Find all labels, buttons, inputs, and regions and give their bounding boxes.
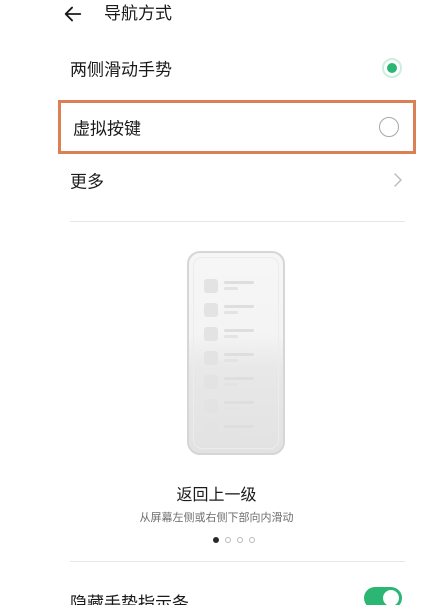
divider — [70, 561, 405, 562]
radio-virtual-keys[interactable] — [379, 117, 399, 137]
preview-list-item — [204, 374, 274, 390]
back-button[interactable] — [62, 3, 86, 25]
option-more-label: 更多 — [70, 172, 104, 193]
option-virtual-keys[interactable]: 虚拟按键 — [58, 100, 416, 154]
toggle-knob — [383, 590, 399, 605]
option-more[interactable]: 更多 — [58, 155, 416, 205]
preview-list-item — [204, 422, 274, 438]
page-title: 导航方式 — [104, 4, 172, 24]
pagination-dot[interactable] — [237, 537, 243, 543]
gesture-preview-phone — [187, 251, 285, 455]
gesture-title: 返回上一级 — [176, 485, 257, 504]
radio-gesture-selected[interactable] — [382, 58, 402, 78]
phone-screen — [193, 257, 279, 449]
preview-list-item — [204, 398, 274, 414]
preview-list-item — [204, 302, 274, 318]
pagination-dot-active[interactable] — [213, 537, 219, 543]
hide-indicator-toggle[interactable] — [364, 587, 402, 605]
preview-list-item — [204, 278, 274, 294]
preview-list-item — [204, 350, 274, 366]
option-gesture[interactable]: 两侧滑动手势 — [58, 43, 416, 93]
header-bar: 导航方式 — [0, 0, 433, 30]
pagination-dot[interactable] — [249, 537, 255, 543]
chevron-right-icon — [392, 173, 404, 187]
gesture-description: 从屏幕左侧或右侧下部向内滑动 — [139, 511, 294, 524]
back-arrow-icon — [64, 6, 82, 22]
hide-indicator-row: 隐藏手势指示条 — [58, 583, 416, 605]
divider — [70, 221, 405, 222]
option-virtual-keys-label: 虚拟按键 — [73, 119, 141, 140]
preview-list-item — [204, 326, 274, 342]
pagination-dot[interactable] — [225, 537, 231, 543]
hide-indicator-label: 隐藏手势指示条 — [70, 594, 189, 605]
option-gesture-label: 两侧滑动手势 — [70, 60, 172, 81]
